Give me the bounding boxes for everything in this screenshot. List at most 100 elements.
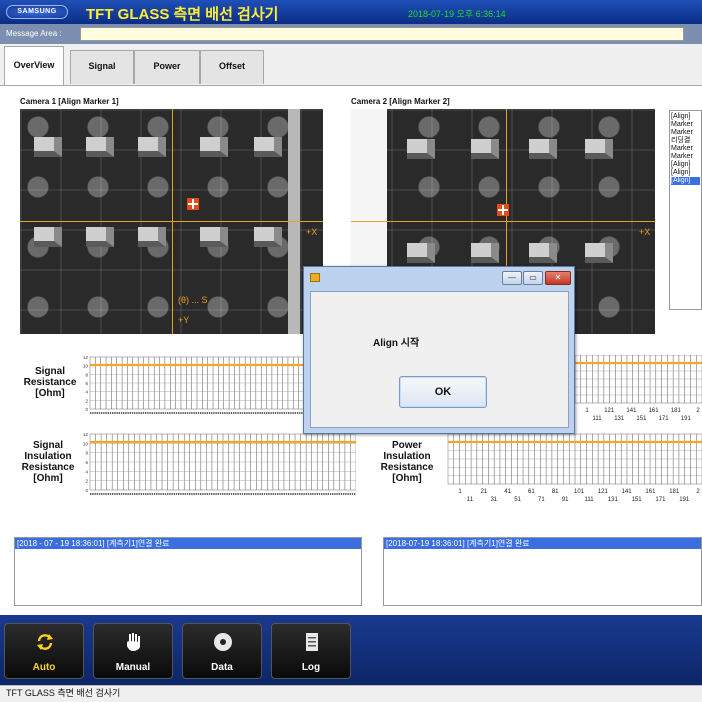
tab-overview[interactable]: OverView [4,46,64,86]
camera1-pad [138,227,166,247]
datetime-display: 2018-07-19 오후 6:36:14 [408,9,506,19]
tab-offset[interactable]: Offset [200,50,264,84]
power-resistance-chart: 1 121 141 161 181 2 111 131 151 171 191 [575,355,702,425]
message-area-label: Message Area : [6,29,62,38]
power-resistance-x-tick-label: 131 [614,416,625,422]
log-row[interactable]: [2018 - 07 - 19 18:36:01] [계측기1]연결 완료 [15,538,361,549]
bottom-nav: Auto Manual Data Log [0,615,702,685]
camera2-pad [407,243,435,263]
camera2-pad [529,139,557,159]
restore-button[interactable]: ▭ [523,271,543,285]
signal-resistance-y-tick-label: 8 [85,372,88,377]
tab-signal[interactable]: Signal [70,50,134,84]
close-button[interactable]: ✕ [545,271,571,285]
signal-insulation-y-tick-label: 4 [85,469,88,474]
list-item-selected[interactable]: [Align] [671,177,700,185]
app-icon [310,273,320,282]
chart-label-line: Signal [32,440,63,451]
power-resistance-x-tick-label: 1 [585,408,589,414]
camera2-crosshair-horizontal [351,221,655,222]
power-insulation-chart: 1 21 41 61 81 101 121 141 161 181 2 11 31 51 71 91 111 13… [440,432,702,510]
camera1-pad [200,137,228,157]
list-item[interactable]: [Align] [671,169,700,177]
camera1-pad [86,137,114,157]
chart-label-line: Insulation [24,451,72,462]
chart-label-line: [Ohm] [35,388,65,399]
status-bar: TFT GLASS 측면 배선 검사기 [0,685,702,702]
list-item[interactable]: [Align] [671,113,700,121]
nav-log-button[interactable]: Log [271,623,351,679]
nav-auto-button[interactable]: Auto [4,623,84,679]
power-insulation-x-tick-label: 61 [528,489,535,495]
signal-resistance-y-tick-label: 12 [83,355,89,360]
dialog-message: Align 시작 [373,338,420,349]
ok-button[interactable]: OK [399,376,487,408]
signal-insulation-y-tick-label: 2 [85,479,88,484]
signal-resistance-chart-svg: 12 10 8 6 4 2 0 [83,355,304,414]
power-insulation-x-tick-label: 181 [669,489,680,495]
power-resistance-x-tick-label: 181 [671,408,682,414]
power-insulation-x-tick-label: 51 [514,497,521,503]
align-log-list[interactable]: [Align] Marker Marker 리딩결 Marker Marker … [669,110,702,310]
camera1-pad [86,227,114,247]
power-insulation-x-tick-label: 11 [467,497,474,503]
power-insulation-x-tick-label: 191 [679,497,690,503]
disc-icon [214,633,232,651]
chart-label-line: Power [391,440,422,451]
dialog-title-bar[interactable]: — ▭ ✕ [304,267,574,289]
nav-data-label: Data [211,662,233,673]
power-resistance-x-tick-label: 2 [696,408,700,414]
chart-label-line: Insulation [383,451,431,462]
power-insulation-x-tick-label: 171 [655,497,666,503]
power-resistance-x-tick-label: 121 [604,408,615,414]
log-panel-left[interactable]: [2018 - 07 - 19 18:36:01] [계측기1]연결 완료 [14,537,362,606]
nav-log-label: Log [301,662,321,673]
log-row[interactable]: [2018-07-19 18:36:01] [계측기1]연결 완료 [384,538,701,549]
camera1-pad [34,227,62,247]
camera2-pad [471,139,499,159]
app-title: TFT GLASS 측면 배선 검사기 [86,6,279,23]
power-insulation-label: Power Insulation Resistance [Ohm] [376,440,438,484]
power-resistance-x-tick-label: 191 [681,416,692,422]
power-resistance-x-tick-label: 141 [626,408,637,414]
power-resistance-x-tick-label: 161 [649,408,660,414]
list-item[interactable]: Marker [671,129,700,137]
signal-insulation-chart: 12 10 8 6 4 2 0 [80,432,356,498]
power-insulation-x-tick-label: 31 [490,497,497,503]
power-resistance-x-tick-label: 111 [592,416,602,422]
list-item[interactable]: Marker [671,145,700,153]
message-area-field[interactable] [80,27,684,41]
power-insulation-chart-svg: 1 21 41 61 81 101 121 141 161 181 211 31 51 71 91 111 13… [447,433,702,503]
signal-insulation-y-tick-label: 8 [85,451,88,456]
power-insulation-x-tick-label: 141 [622,489,633,495]
align-dialog[interactable]: — ▭ ✕ Align 시작 OK [303,266,575,434]
list-item[interactable]: Marker [671,153,700,161]
minimize-button[interactable]: — [502,271,522,285]
list-item[interactable]: [Align] [671,161,700,169]
tab-power[interactable]: Power [134,50,200,84]
power-insulation-x-tick-label: 151 [632,497,643,503]
nav-manual-button[interactable]: Manual [93,623,173,679]
signal-insulation-chart-svg: 12 10 8 6 4 2 0 [83,432,356,495]
signal-resistance-y-tick-label: 2 [85,398,88,403]
dialog-body: Align 시작 OK [310,291,569,428]
list-item[interactable]: Marker [671,121,700,129]
camera1-pad [34,137,62,157]
signal-insulation-y-tick-label: 0 [85,488,88,493]
log-panel-right[interactable]: [2018-07-19 18:36:01] [계측기1]연결 완료 [383,537,702,606]
nav-data-button[interactable]: Data [182,623,262,679]
camera1-view[interactable]: +X +Y (θ) ... S [20,109,323,334]
camera1-crosshair-horizontal [20,221,323,222]
title-bar: SAMSUNG TFT GLASS 측면 배선 검사기 2018-07-19 오… [0,0,702,24]
signal-resistance-chart: 12 10 8 6 4 2 0 [80,355,304,417]
signal-resistance-label: Signal Resistance [Ohm] [22,366,78,399]
power-insulation-x-tick-label: 2 [696,489,700,495]
list-item[interactable]: 리딩결 [671,137,700,145]
camera1-pad [254,137,282,157]
camera1-x-axis-label: +X [306,227,318,237]
chart-label-line: Resistance [23,377,77,388]
power-insulation-x-tick-label: 91 [562,497,569,503]
camera2-pad [529,243,557,263]
power-insulation-x-tick-label: 1 [458,489,462,495]
power-insulation-x-tick-label: 101 [574,489,585,495]
